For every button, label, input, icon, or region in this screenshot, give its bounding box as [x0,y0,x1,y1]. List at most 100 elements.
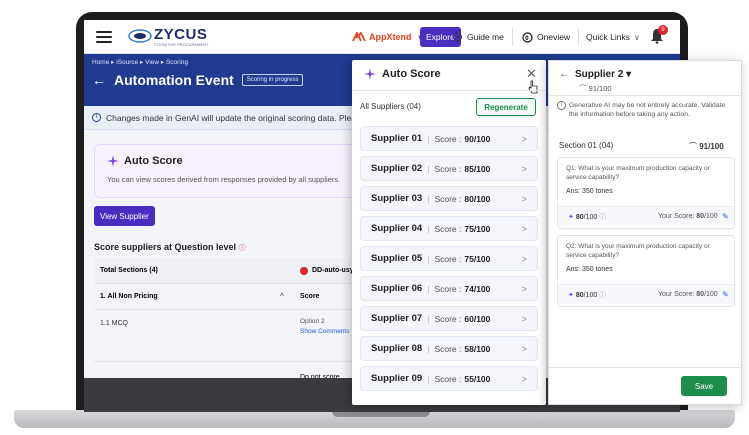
your-score-total: /100 [704,213,718,220]
supplier-list-item[interactable]: Supplier 01 | Score :90/100 > [360,126,538,151]
score-label: Score : [434,313,462,324]
overall-score-value: 91/100 [588,84,612,93]
ai-warning-text: Generative AI may be not entirely accura… [569,102,726,118]
info-icon: ⓘ [238,245,246,252]
auto-score-card: Auto Score You can view scores derived f… [94,144,394,198]
breadcrumb[interactable]: Home ▸ iSource ▸ View ▸ Scoring [92,58,188,66]
quick-links-menu[interactable]: Quick Links ∨ [586,28,640,46]
separator: | [427,193,430,204]
your-score-label: Your Score: [658,213,695,220]
chevron-right-icon: > [521,253,527,264]
supplier-score: 60/100 [464,313,491,324]
supplier-score: 80/100 [464,193,491,204]
regenerate-button[interactable]: Regenerate [476,98,536,116]
score-question-title: Score suppliers at Question level ⓘ [94,242,246,253]
save-button[interactable]: Save [681,376,727,396]
supplier-list-item[interactable]: Supplier 07 | Score :60/100 > [360,306,538,331]
supplier-name: Supplier 06 [371,283,423,294]
oneview-icon: 0 [522,31,533,43]
appxtend-menu[interactable]: AppXtend ∨ [346,28,429,46]
supplier-list-item[interactable]: Supplier 09 | Score :55/100 > [360,366,538,391]
supplier-name: Supplier 05 [371,253,423,264]
separator: | [427,343,430,354]
supplier-list: Supplier 01 | Score :90/100 > Supplier 02 | Sc… [360,126,538,396]
group-label-text: 1. All Non Pricing [100,293,158,300]
supplier-score: 90/100 [464,133,491,144]
table-group-row[interactable]: 1. All Non Pricing ^ Score [94,284,364,310]
supplier-list-item[interactable]: Supplier 03 | Score :80/100 > [360,186,538,211]
separator: | [427,163,430,174]
supplier-list-item[interactable]: Supplier 05 | Score :75/100 > [360,246,538,271]
group-label: 1. All Non Pricing ^ [94,293,294,300]
info-icon: ⓘ [599,213,607,221]
supplier-score: 74/100 [464,283,491,294]
your-score-value: 80 [696,213,705,220]
table-header-supplier-label: DD-auto-usy [312,267,354,274]
guide-me-button[interactable]: Guide me [452,28,504,46]
supplier-dropdown[interactable]: Supplier 2 ▾ [575,69,631,80]
score-label: Score : [434,343,462,354]
your-score-value: 80 [696,291,705,298]
stage: ZYCUS COGNITIVE PROCUREMENT AppXtend ∨ E… [0,0,749,435]
auto-score-card-title: Auto Score [124,155,183,167]
table-header-sections: Total Sections (4) [100,267,158,274]
gauge-icon: ⌒ [579,84,589,93]
ai-score: ✦ 80/100 ⓘ [568,290,606,300]
supplier-name: Supplier 09 [371,373,423,384]
divider [549,95,741,96]
separator: | [427,253,430,264]
chevron-right-icon: > [521,373,527,384]
separator: | [427,373,430,384]
supplier-list-item[interactable]: Supplier 02 | Score :85/100 > [360,156,538,181]
quick-links-label: Quick Links [586,32,630,42]
supplier-list-item[interactable]: Supplier 06 | Score :74/100 > [360,276,538,301]
sparkle-icon [364,68,376,80]
svg-text:0: 0 [525,36,529,42]
edit-icon[interactable]: ✎ [722,212,729,221]
appxtend-label: AppXtend [369,32,412,42]
table-row: 1.1 MCQ Option 2 Show Comments [94,310,364,362]
auto-score-panel: Auto Score ✕ All Suppliers (04) Regenera… [352,60,546,405]
hamburger-menu-icon[interactable] [96,31,112,43]
show-comments-link[interactable]: Show Comments [300,328,350,335]
edit-icon[interactable]: ✎ [722,290,729,299]
sparkle-icon [107,155,119,167]
supplier-name: Supplier 02 [371,163,423,174]
view-supplier-button[interactable]: View Supplier [94,206,155,226]
supplier-name: Supplier 03 [371,193,423,204]
score-label: Score : [434,163,462,174]
overall-score: ⌒ 91/100 [579,83,612,94]
supplier-list-item[interactable]: Supplier 04 | Score :75/100 > [360,216,538,241]
chevron-up-icon[interactable]: ^ [280,293,284,300]
supplier-name: Supplier 07 [371,313,423,324]
separator: | [427,313,430,324]
section-score-value: 91/100 [699,142,724,151]
your-score: Your Score: 80/100 [658,291,718,298]
panel-footer: Save [549,367,741,404]
back-arrow-icon[interactable]: ← [92,72,106,88]
score-label: Score : [434,373,462,384]
question-label: 1.1 MCQ [100,320,129,327]
section-label: Section 01 (04) [559,141,614,150]
score-label: Score : [434,223,462,234]
supplier-list-item[interactable]: Supplier 08 | Score :58/100 > [360,336,538,361]
score-question-title-text: Score suppliers at Question level [94,242,237,252]
score-row: ✦ 80/100 ⓘ Your Score: 80/100 ✎ [558,206,734,226]
answer-text: Ans: 350 tones [566,188,613,195]
ai-score-value: 80 [575,291,584,299]
your-score: Your Score: 80/100 [658,213,718,220]
status-badge: Scoring in progress [241,74,304,86]
auto-score-panel-title-row: Auto Score [364,68,441,80]
nav-divider [578,28,579,46]
auto-score-card-description: You can view scores derived from respons… [107,175,341,184]
oneview-button[interactable]: 0 Oneview [522,28,570,46]
nav-divider [512,28,513,46]
appxtend-icon [352,32,366,42]
sparkle-icon: ✦ [568,213,574,221]
guide-me-icon [453,32,462,41]
separator: | [427,133,430,144]
divider [352,90,546,91]
section-score: ⌒ 91/100 [689,141,724,152]
back-arrow-icon[interactable]: ← [559,69,569,80]
notification-badge: 9 [658,25,668,35]
